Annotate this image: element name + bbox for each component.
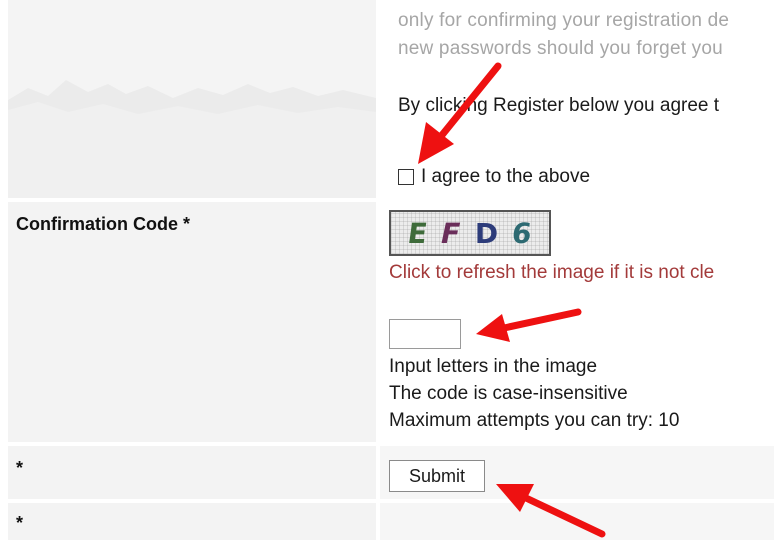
confirmation-code-label: Confirmation Code *: [16, 214, 190, 234]
terms-faded-text-line: only for confirming your registration de: [398, 10, 730, 31]
terms-faded-text-line: new passwords should you forget you: [398, 38, 723, 59]
required-marker: *: [16, 513, 24, 533]
submit-row-field-cell: Submit: [380, 446, 774, 499]
captcha-character: 6: [510, 216, 534, 250]
captcha-character: E: [405, 216, 430, 250]
captcha-case-note: The code is case-insensitive: [389, 383, 628, 404]
trailing-row-field-cell: [380, 503, 774, 540]
terms-right-cell: only for confirming your registration de…: [380, 0, 774, 198]
submit-button[interactable]: Submit: [389, 460, 485, 492]
terms-left-cell: [8, 0, 376, 198]
submit-row-label-cell: *: [8, 446, 376, 499]
confirmation-code-field-cell: E F D 6 Click to refresh the image if it…: [380, 202, 774, 442]
agree-checkbox-label[interactable]: I agree to the above: [421, 166, 590, 188]
confirmation-code-row: Confirmation Code * E F D 6 Click to ref…: [8, 202, 774, 442]
trailing-row-label-cell: *: [8, 503, 376, 540]
captcha-refresh-link[interactable]: Click to refresh the image if it is not …: [389, 262, 714, 284]
captcha-instruction-text: Input letters in the image: [389, 356, 598, 377]
terms-row: only for confirming your registration de…: [8, 0, 774, 198]
mountain-background-graphic: [8, 80, 376, 198]
captcha-character: F: [437, 216, 465, 250]
registration-form-page: only for confirming your registration de…: [0, 0, 774, 540]
agree-checkbox[interactable]: [398, 169, 414, 185]
submit-row: * Submit: [8, 446, 774, 499]
captcha-attempts-note: Maximum attempts you can try: 10: [389, 410, 680, 431]
trailing-row: *: [8, 503, 774, 540]
confirmation-code-label-cell: Confirmation Code *: [8, 202, 376, 442]
captcha-image[interactable]: E F D 6: [389, 210, 551, 256]
confirmation-code-input[interactable]: [389, 319, 461, 349]
agreement-notice-text: By clicking Register below you agree t: [398, 95, 720, 116]
agree-checkbox-row[interactable]: I agree to the above: [398, 164, 590, 190]
captcha-character: D: [474, 216, 499, 250]
required-marker: *: [16, 458, 24, 478]
